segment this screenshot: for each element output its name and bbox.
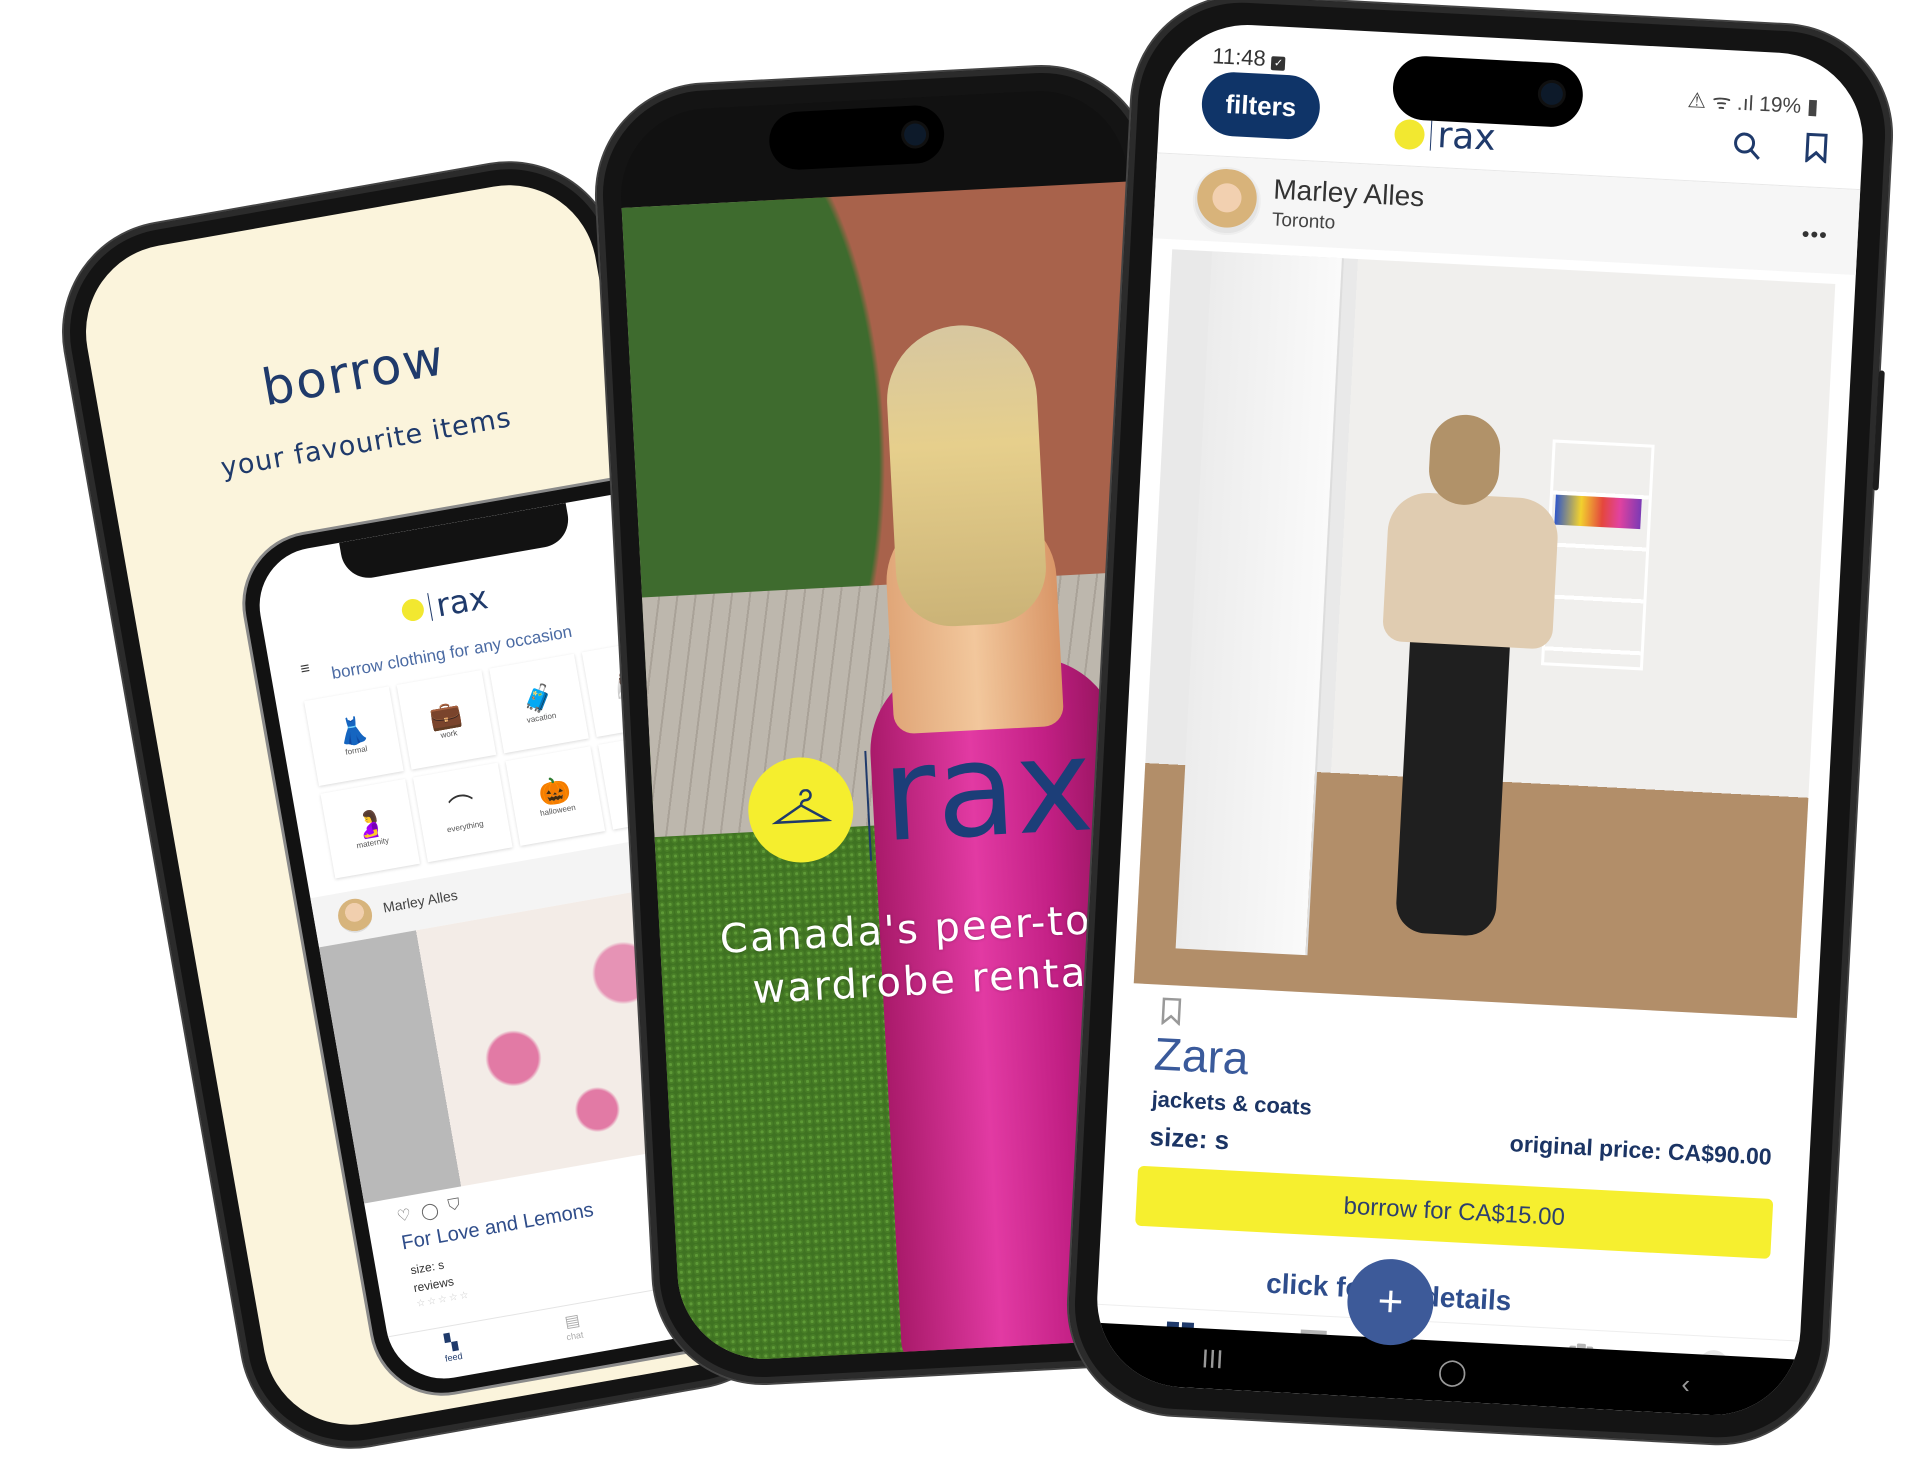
signal-icon: ⚠ ᯤ .ıl xyxy=(1686,89,1754,116)
nested-notch xyxy=(339,502,573,583)
right-phone-mockup: 11:48 ✓ ⚠ ᯤ .ıl 19% ▮ filters rax Marley … xyxy=(1063,0,1897,1449)
item-original-price: original price: CA$90.00 xyxy=(1509,1130,1773,1170)
post-photo[interactable] xyxy=(1133,249,1836,1018)
status-time: 11:48 ✓ xyxy=(1212,43,1287,73)
nav-feed[interactable]: ▚ feed xyxy=(388,1316,518,1388)
heart-icon[interactable]: ♡ xyxy=(395,1205,413,1227)
app-logo: rax xyxy=(399,578,491,630)
nav-label: chat xyxy=(565,1329,585,1343)
nav-label: feed xyxy=(444,1350,464,1364)
photo-jacket xyxy=(1382,490,1560,650)
post-location: Toronto xyxy=(1271,209,1336,234)
back-button[interactable]: ‹ xyxy=(1681,1368,1691,1399)
logo-text: rax xyxy=(433,578,491,625)
photo-shelf xyxy=(1540,439,1655,671)
bookmark-icon[interactable]: ⛉ xyxy=(447,1196,462,1218)
logo-text: rax xyxy=(878,708,1097,872)
photo-books xyxy=(1554,494,1642,530)
item-brand[interactable]: Zara xyxy=(1153,1026,1250,1085)
home-button[interactable]: ◯ xyxy=(1437,1355,1468,1387)
item-category: jackets & coats xyxy=(1151,1086,1313,1120)
dynamic-island xyxy=(767,104,946,172)
logo-divider xyxy=(1429,120,1433,151)
photo-door xyxy=(1175,251,1344,956)
more-options-icon[interactable]: ••• xyxy=(1801,221,1828,248)
logo-divider xyxy=(864,750,873,861)
search-icon[interactable] xyxy=(1731,130,1763,167)
photo-skirt xyxy=(1394,632,1511,938)
logo-dot xyxy=(1393,118,1426,150)
dynamic-island xyxy=(1391,54,1585,129)
photo-hair xyxy=(883,321,1049,630)
post-size: size: s xyxy=(409,1257,446,1278)
post-user-name[interactable]: Marley Alles xyxy=(1273,173,1425,213)
item-size: size: s xyxy=(1148,1121,1230,1156)
comment-icon[interactable]: ◯ xyxy=(419,1200,441,1223)
hanger-icon: ⌒ xyxy=(446,790,478,825)
category-everything[interactable]: ⌒ everything xyxy=(412,762,513,863)
camera-icon xyxy=(1540,82,1564,106)
details-link-part-2[interactable]: details xyxy=(1422,1281,1512,1318)
side-button xyxy=(1872,370,1885,491)
photo-figure-head xyxy=(1427,413,1502,507)
splash-logo: rax xyxy=(745,708,1096,871)
bookmark-icon[interactable] xyxy=(1803,132,1829,168)
hanger-icon xyxy=(745,754,856,865)
logo-divider xyxy=(427,593,434,621)
battery-icon: ▮ xyxy=(1806,95,1820,119)
camera-icon xyxy=(903,122,927,147)
avatar[interactable] xyxy=(335,895,375,936)
time-text: 11:48 xyxy=(1211,43,1267,71)
logo-dot xyxy=(400,597,426,623)
filters-button[interactable]: filters xyxy=(1200,70,1322,141)
category-vacation[interactable]: 🧳 vacation xyxy=(489,653,589,754)
right-phone-screen: 11:48 ✓ ⚠ ᯤ .ıl 19% ▮ filters rax Marley … xyxy=(1092,20,1868,1420)
post-actions: ♡ ◯ ⛉ xyxy=(395,1196,462,1227)
save-bookmark-icon[interactable] xyxy=(1159,997,1183,1031)
post-user-name[interactable]: Marley Alles xyxy=(382,887,459,916)
recents-button[interactable]: III xyxy=(1201,1343,1224,1375)
borrow-button[interactable]: borrow for CA$15.00 xyxy=(1135,1165,1774,1259)
category-halloween[interactable]: 🎃 halloween xyxy=(505,746,606,846)
category-label: work xyxy=(439,728,459,740)
battery-percent: 19% xyxy=(1758,92,1802,118)
post-reviews: reviews xyxy=(412,1274,455,1296)
category-formal[interactable]: 👗 formal xyxy=(304,686,404,786)
category-maternity[interactable]: 🤰 maternity xyxy=(320,778,421,879)
status-icons: ⚠ ᯤ .ıl 19% ▮ xyxy=(1687,86,1820,121)
avatar[interactable] xyxy=(1191,165,1263,237)
nav-chat[interactable]: ▤ chat xyxy=(509,1295,639,1368)
filter-icon[interactable]: ≡ xyxy=(299,660,311,679)
splash-tagline: Canada's peer-to-p wardrobe rental xyxy=(719,892,1140,1018)
briefcase-icon: 💼 xyxy=(427,697,465,733)
category-work[interactable]: 💼 work xyxy=(396,670,497,770)
checkbox-notification-icon: ✓ xyxy=(1271,56,1286,71)
